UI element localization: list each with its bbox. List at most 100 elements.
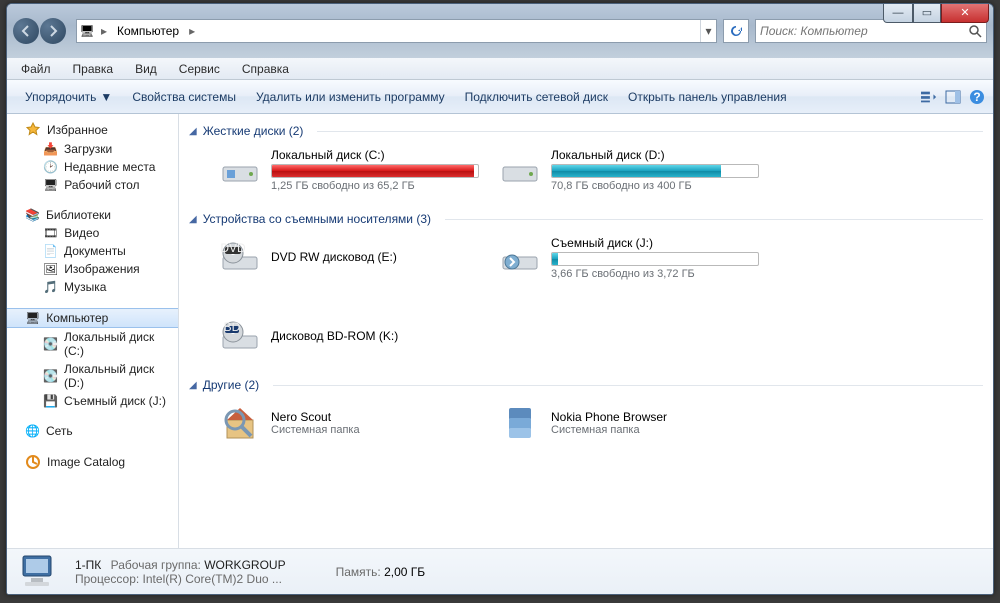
section-other[interactable]: ◢ Другие (2) bbox=[189, 372, 983, 398]
sidebar-item-label: Компьютер bbox=[46, 311, 108, 325]
computer-icon: 🖥 bbox=[77, 24, 97, 38]
minimize-button[interactable]: — bbox=[883, 3, 913, 23]
network-icon: 🌐 bbox=[25, 424, 40, 438]
explorer-window: — ▭ ✕ 🖥 ▸ Компьютер ▸ ▾ bbox=[6, 3, 994, 595]
usage-bar bbox=[271, 164, 479, 178]
dvd-drive-icon: DVD bbox=[219, 237, 261, 279]
hdd-icon bbox=[499, 149, 541, 191]
pictures-icon: 🖼 bbox=[43, 262, 58, 276]
sidebar-item-music[interactable]: 🎵Музыка bbox=[7, 278, 178, 296]
section-hard-disks[interactable]: ◢ Жесткие диски (2) bbox=[189, 118, 983, 144]
usb-drive-icon bbox=[499, 237, 541, 279]
usage-bar bbox=[551, 252, 759, 266]
sidebar-item-drive-c[interactable]: 💽Локальный диск (C:) bbox=[7, 328, 178, 360]
sidebar-item-label: Изображения bbox=[64, 262, 139, 276]
sidebar-item-drive-d[interactable]: 💽Локальный диск (D:) bbox=[7, 360, 178, 392]
chevron-right-icon[interactable]: ▸ bbox=[97, 24, 111, 38]
sidebar-network: 🌐 Сеть bbox=[7, 422, 178, 440]
address-dropdown-button[interactable]: ▾ bbox=[700, 20, 716, 42]
system-properties-button[interactable]: Свойства системы bbox=[122, 86, 246, 108]
drive-usb[interactable]: Съемный диск (J:) 3,66 ГБ свободно из 3,… bbox=[499, 236, 759, 280]
sidebar-item-recent[interactable]: 🕑 Недавние места bbox=[7, 158, 178, 176]
close-button[interactable]: ✕ bbox=[941, 3, 989, 23]
control-panel-button[interactable]: Открыть панель управления bbox=[618, 86, 797, 108]
nero-scout-icon bbox=[219, 402, 261, 444]
computer-icon: 🖥 bbox=[25, 311, 40, 325]
uninstall-program-button[interactable]: Удалить или изменить программу bbox=[246, 86, 455, 108]
chevron-right-icon[interactable]: ▸ bbox=[185, 24, 199, 38]
drive-dvd[interactable]: DVD DVD RW дисковод (E:) bbox=[219, 236, 479, 280]
drive-name: Дисковод BD-ROM (K:) bbox=[271, 329, 439, 343]
view-options-button[interactable] bbox=[921, 89, 937, 105]
menu-file[interactable]: Файл bbox=[11, 60, 61, 78]
menu-tools[interactable]: Сервис bbox=[169, 60, 230, 78]
sidebar-head-libraries[interactable]: 📚 Библиотеки bbox=[7, 206, 178, 224]
sidebar-item-desktop[interactable]: 🖥Рабочий стол bbox=[7, 176, 178, 194]
sidebar-item-label: Документы bbox=[64, 244, 126, 258]
organize-button[interactable]: Упорядочить▼ bbox=[15, 86, 122, 108]
window-controls: — ▭ ✕ bbox=[883, 3, 989, 23]
sidebar-head-image-catalog[interactable]: Image Catalog bbox=[7, 452, 178, 472]
sidebar-item-documents[interactable]: 📄Документы bbox=[7, 242, 178, 260]
folder-nero-scout[interactable]: Nero Scout Системная папка bbox=[219, 402, 479, 444]
sidebar-item-drive-j[interactable]: 💾Съемный диск (J:) bbox=[7, 392, 178, 410]
svg-text:?: ? bbox=[973, 90, 980, 104]
search-input[interactable] bbox=[760, 24, 968, 38]
sidebar-head-favorites[interactable]: Избранное bbox=[7, 120, 178, 140]
sidebar-item-label: Съемный диск (J:) bbox=[64, 394, 166, 408]
address-bar[interactable]: 🖥 ▸ Компьютер ▸ ▾ bbox=[76, 19, 717, 43]
sidebar-item-downloads[interactable]: 📥Загрузки bbox=[7, 140, 178, 158]
details-cpu-value: Intel(R) Core(TM)2 Duo ... bbox=[143, 572, 282, 586]
drive-free-space: 70,8 ГБ свободно из 400 ГБ bbox=[551, 180, 759, 192]
video-icon: 🎞 bbox=[43, 226, 58, 240]
section-title: Жесткие диски (2) bbox=[203, 124, 304, 138]
libraries-icon: 📚 bbox=[25, 208, 40, 222]
sidebar-item-pictures[interactable]: 🖼 Изображения bbox=[7, 260, 178, 278]
drive-name: Локальный диск (C:) bbox=[271, 148, 479, 162]
drive-c[interactable]: Локальный диск (C:) 1,25 ГБ свободно из … bbox=[219, 148, 479, 192]
section-removable[interactable]: ◢ Устройства со съемными носителями (3) bbox=[189, 206, 983, 232]
folder-nokia-browser[interactable]: Nokia Phone Browser Системная папка bbox=[499, 402, 759, 444]
sidebar-item-video[interactable]: 🎞 Видео bbox=[7, 224, 178, 242]
nav-buttons bbox=[13, 18, 66, 44]
sidebar-item-label: Загрузки bbox=[64, 142, 112, 156]
refresh-button[interactable] bbox=[723, 19, 749, 43]
body: Избранное 📥Загрузки 🕑Недавние места 🖥Раб… bbox=[7, 114, 993, 548]
drive-bd[interactable]: BD Дисковод BD-ROM (K:) bbox=[219, 316, 439, 358]
map-network-drive-button[interactable]: Подключить сетевой диск bbox=[455, 86, 618, 108]
recent-icon: 🕑 bbox=[43, 160, 58, 174]
details-pane: 1-ПК Рабочая группа: WORKGROUP Процессор… bbox=[7, 548, 993, 594]
details-memory-label: Память: bbox=[336, 565, 381, 579]
sidebar-item-label: Видео bbox=[64, 226, 99, 240]
preview-pane-button[interactable] bbox=[945, 89, 961, 105]
sidebar-item-label: Рабочий стол bbox=[64, 178, 139, 192]
nokia-browser-icon bbox=[499, 402, 541, 444]
details-memory: Память: 2,00 ГБ bbox=[336, 565, 426, 579]
bd-drive-icon: BD bbox=[219, 316, 261, 358]
music-icon: 🎵 bbox=[43, 280, 58, 294]
maximize-button[interactable]: ▭ bbox=[913, 3, 941, 23]
help-button[interactable]: ? bbox=[969, 89, 985, 105]
menu-edit[interactable]: Правка bbox=[63, 60, 124, 78]
sidebar-item-label: Сеть bbox=[46, 424, 73, 438]
folder-name: Nero Scout bbox=[271, 410, 360, 424]
details-workgroup-label: Рабочая группа: bbox=[111, 558, 201, 572]
details-memory-value: 2,00 ГБ bbox=[384, 565, 425, 579]
drive-d[interactable]: Локальный диск (D:) 70,8 ГБ свободно из … bbox=[499, 148, 759, 192]
breadcrumb-computer[interactable]: Компьютер bbox=[111, 24, 185, 38]
chevron-down-icon: ▼ bbox=[100, 90, 112, 104]
usage-bar bbox=[551, 164, 759, 178]
search-icon[interactable] bbox=[968, 24, 982, 38]
sidebar-item-label: Недавние места bbox=[64, 160, 155, 174]
drive-name: Локальный диск (D:) bbox=[551, 148, 759, 162]
drive-free-space: 1,25 ГБ свободно из 65,2 ГБ bbox=[271, 180, 479, 192]
back-button[interactable] bbox=[13, 18, 39, 44]
sidebar-head-computer[interactable]: 🖥 Компьютер bbox=[7, 308, 178, 328]
collapse-icon: ◢ bbox=[189, 126, 197, 137]
menu-help[interactable]: Справка bbox=[232, 60, 299, 78]
menu-view[interactable]: Вид bbox=[125, 60, 167, 78]
sidebar-head-network[interactable]: 🌐 Сеть bbox=[7, 422, 178, 440]
forward-button[interactable] bbox=[40, 18, 66, 44]
sidebar-item-label: Image Catalog bbox=[47, 455, 125, 469]
folder-type: Системная папка bbox=[271, 424, 360, 436]
